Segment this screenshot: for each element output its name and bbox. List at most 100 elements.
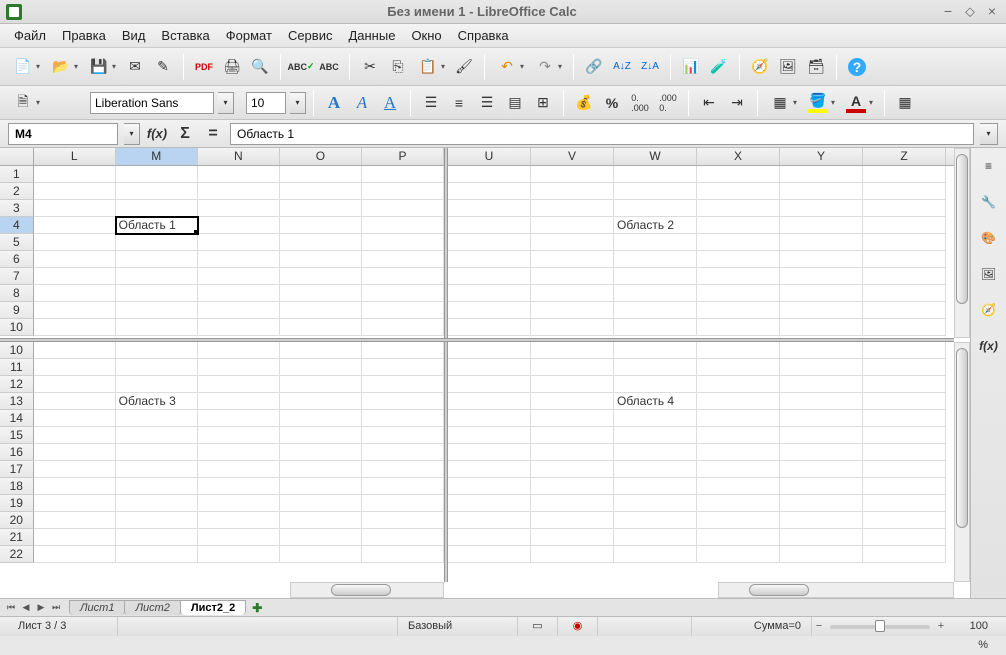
cell[interactable] — [697, 217, 780, 234]
cell[interactable] — [198, 393, 280, 410]
cell[interactable] — [780, 478, 863, 495]
status-zoom[interactable]: 100 % — [948, 617, 998, 636]
column-header[interactable]: O — [280, 148, 362, 165]
sidebar-menu-button[interactable]: ≡ — [975, 152, 1003, 180]
column-header[interactable]: P — [362, 148, 444, 165]
cell[interactable] — [863, 200, 946, 217]
cell[interactable] — [614, 268, 697, 285]
sidebar-navigator-button[interactable]: 🧭 — [975, 296, 1003, 324]
cell[interactable] — [614, 285, 697, 302]
cell[interactable]: Область 3 — [116, 393, 198, 410]
cell[interactable] — [280, 495, 362, 512]
cell[interactable] — [34, 217, 116, 234]
cell[interactable] — [531, 251, 614, 268]
cell[interactable] — [780, 183, 863, 200]
cell[interactable] — [34, 376, 116, 393]
cell[interactable] — [280, 444, 362, 461]
cell[interactable] — [116, 268, 198, 285]
cell[interactable] — [531, 217, 614, 234]
column-header[interactable]: M — [116, 148, 198, 165]
cell[interactable] — [116, 319, 198, 336]
borders-button[interactable]: ▦ — [765, 90, 801, 116]
cell[interactable] — [448, 302, 531, 319]
formula-input[interactable] — [230, 123, 974, 145]
menu-data[interactable]: Данные — [340, 25, 403, 46]
cell[interactable] — [198, 234, 280, 251]
equals-button[interactable]: = — [202, 123, 224, 145]
cell[interactable] — [863, 302, 946, 319]
cell[interactable] — [280, 512, 362, 529]
cell[interactable] — [198, 461, 280, 478]
cell[interactable] — [697, 285, 780, 302]
cell[interactable] — [362, 427, 444, 444]
hyperlink-button[interactable]: 🔗 — [581, 54, 607, 80]
row-header[interactable]: 2 — [0, 183, 34, 200]
cell[interactable] — [198, 268, 280, 285]
cell[interactable] — [116, 359, 198, 376]
underline-button[interactable]: A — [377, 90, 403, 116]
row-header[interactable]: 10 — [0, 319, 34, 336]
name-box-dropdown[interactable]: ▾ — [124, 123, 140, 145]
cell[interactable] — [448, 234, 531, 251]
cell[interactable] — [697, 529, 780, 546]
menu-edit[interactable]: Правка — [54, 25, 114, 46]
cell[interactable] — [34, 427, 116, 444]
cell[interactable] — [448, 319, 531, 336]
name-box[interactable] — [8, 123, 118, 145]
cell[interactable] — [448, 478, 531, 495]
cell[interactable] — [116, 495, 198, 512]
cell[interactable] — [448, 359, 531, 376]
cell[interactable] — [531, 444, 614, 461]
cell[interactable] — [34, 251, 116, 268]
cell[interactable] — [780, 393, 863, 410]
cell[interactable] — [448, 183, 531, 200]
datasources-button[interactable]: 🗃 — [803, 54, 829, 80]
cell[interactable] — [448, 268, 531, 285]
row-header[interactable]: 5 — [0, 234, 34, 251]
menu-help[interactable]: Справка — [450, 25, 517, 46]
merge-cells-button[interactable]: ⊞ — [530, 90, 556, 116]
cell[interactable] — [34, 478, 116, 495]
cell[interactable] — [863, 342, 946, 359]
cell[interactable] — [34, 302, 116, 319]
chart-button[interactable]: 📊 — [678, 54, 704, 80]
pdf-button[interactable]: PDF — [191, 54, 217, 80]
cell[interactable] — [863, 234, 946, 251]
cell[interactable] — [697, 342, 780, 359]
cell[interactable] — [448, 529, 531, 546]
cell[interactable] — [614, 546, 697, 563]
cell[interactable] — [198, 217, 280, 234]
cell[interactable] — [448, 200, 531, 217]
cell[interactable] — [280, 478, 362, 495]
cell[interactable] — [198, 285, 280, 302]
row-header[interactable]: 3 — [0, 200, 34, 217]
sort-desc-button[interactable]: Z↓A — [637, 54, 663, 80]
cell[interactable] — [34, 285, 116, 302]
sum-button[interactable]: Σ — [174, 123, 196, 145]
cell[interactable] — [362, 342, 444, 359]
row-header[interactable]: 16 — [0, 444, 34, 461]
cell[interactable] — [280, 234, 362, 251]
column-header[interactable]: X — [697, 148, 780, 165]
vertical-scrollbar[interactable] — [954, 342, 970, 582]
cell[interactable] — [780, 461, 863, 478]
cell[interactable] — [780, 166, 863, 183]
horizontal-splitter[interactable] — [0, 338, 954, 342]
status-insert-mode[interactable]: ▭ — [518, 617, 558, 636]
cell[interactable] — [614, 444, 697, 461]
status-style[interactable]: Базовый — [398, 617, 518, 636]
decrease-indent-button[interactable]: ⇤ — [696, 90, 722, 116]
cell[interactable] — [280, 376, 362, 393]
sheet-tab[interactable]: Лист1 — [69, 600, 125, 615]
cell[interactable] — [198, 183, 280, 200]
cell[interactable] — [198, 495, 280, 512]
zoom-slider-thumb[interactable] — [875, 620, 885, 632]
bgcolor-button[interactable]: 🪣 — [803, 90, 839, 116]
scrollbar-thumb[interactable] — [749, 584, 809, 596]
align-justify-button[interactable]: ▤ — [502, 90, 528, 116]
sidebar-styles-button[interactable]: 🎨 — [975, 224, 1003, 252]
cell[interactable] — [863, 268, 946, 285]
cell[interactable] — [362, 234, 444, 251]
sidebar-functions-button[interactable]: f(x) — [975, 332, 1003, 360]
cell[interactable] — [116, 166, 198, 183]
